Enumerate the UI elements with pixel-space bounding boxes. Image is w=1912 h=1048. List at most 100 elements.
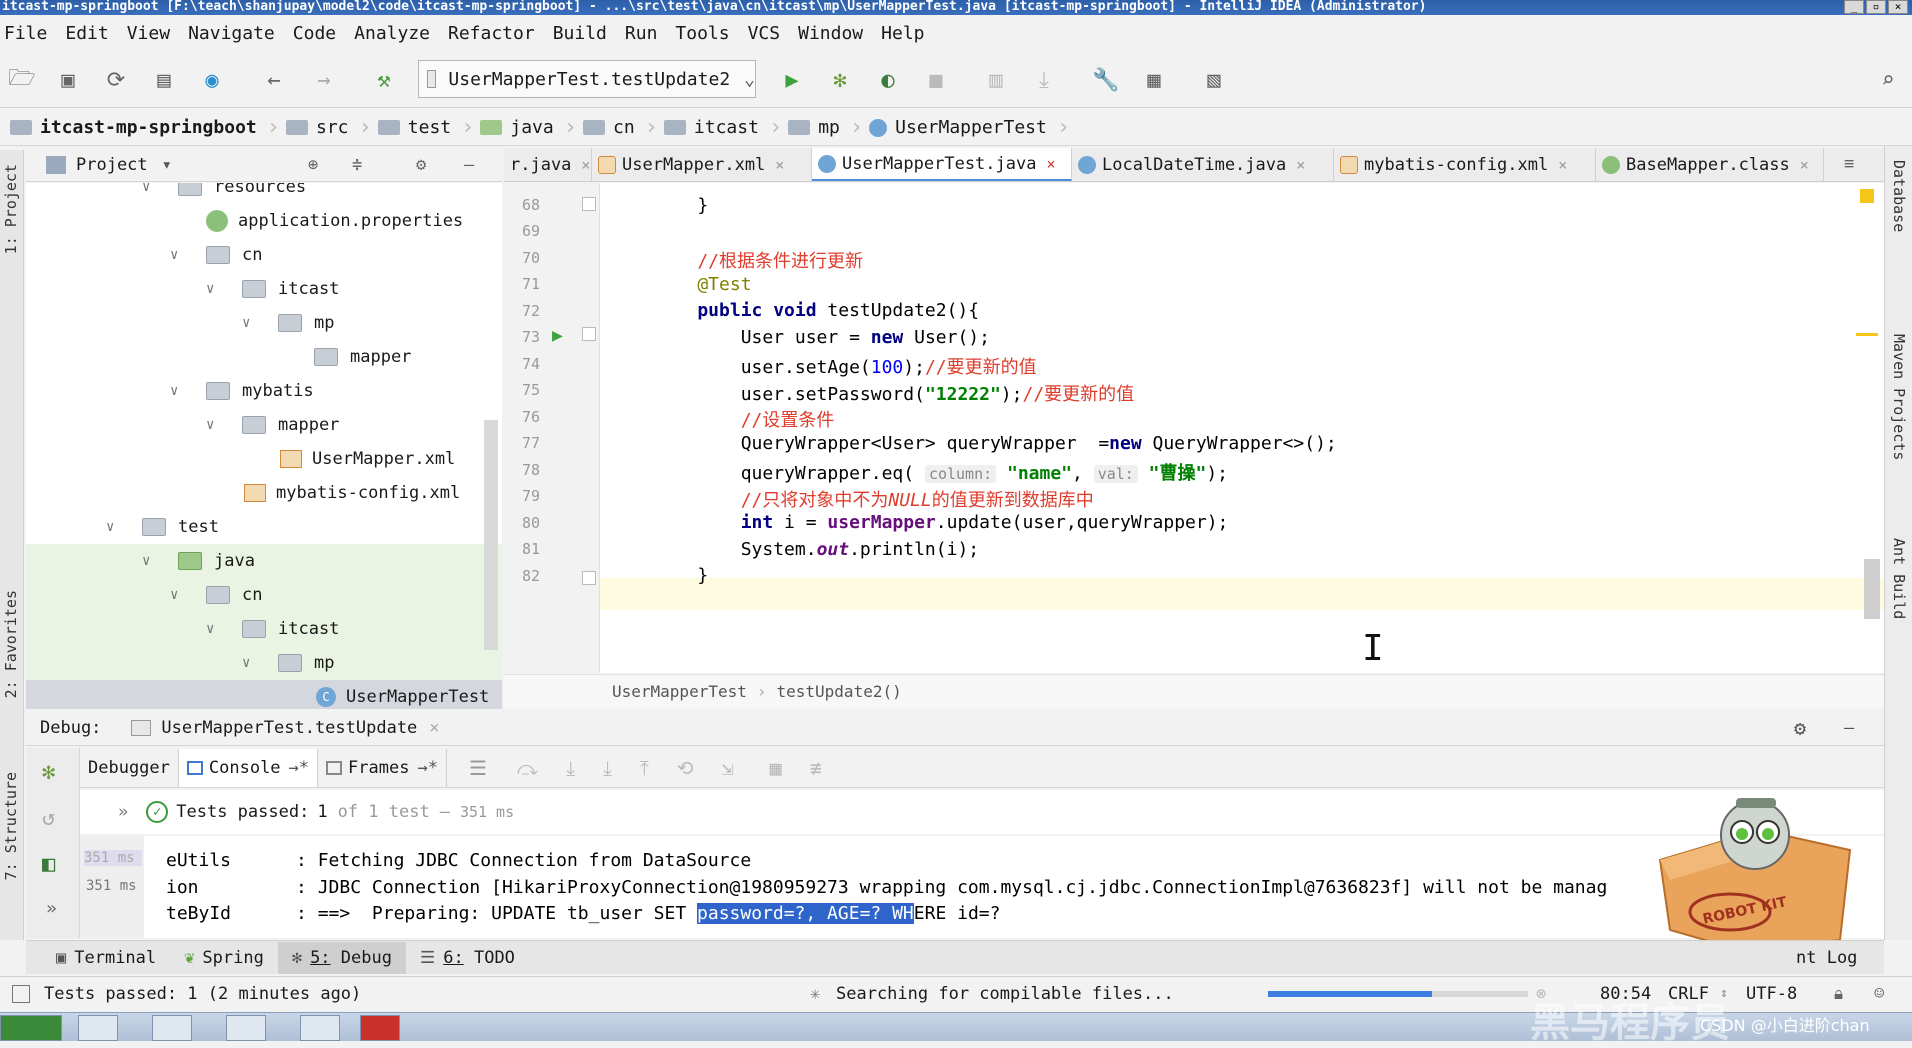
structure-tool-button[interactable]: 7: Structure [2, 772, 20, 880]
project-tool-button[interactable]: 1: Project [2, 164, 20, 254]
close-icon[interactable]: × [1296, 156, 1305, 174]
force-step-into-icon[interactable]: ⤓ [603, 756, 612, 780]
fold-icon[interactable] [582, 197, 596, 211]
settings-wrench-icon[interactable]: 🔧 [1092, 66, 1120, 94]
breadcrumb-project[interactable]: itcast-mp-springboot › [10, 115, 280, 140]
close-icon[interactable]: × [1046, 155, 1055, 173]
tree-item-selected[interactable]: C UserMapperTest [26, 680, 502, 709]
menu-vcs[interactable]: VCS [748, 23, 781, 44]
project-scrollbar[interactable] [484, 420, 498, 650]
more-icon[interactable]: » [46, 898, 57, 919]
inspector-icon[interactable]: ☺ [1874, 984, 1884, 1004]
tree-item[interactable]: ∨ resources [142, 183, 306, 204]
close-icon[interactable]: × [1800, 156, 1809, 174]
taskbar-notepad-icon[interactable] [152, 1015, 192, 1041]
crumb-method[interactable]: testUpdate2() [777, 682, 902, 701]
taskbar-idea-icon[interactable] [360, 1015, 400, 1041]
project-structure-folder-icon[interactable]: ▦ [1140, 66, 1168, 94]
menu-analyze[interactable]: Analyze [354, 23, 430, 44]
close-icon[interactable]: × [581, 156, 590, 174]
toggle-icon[interactable]: ◧ [42, 852, 55, 877]
build-hammer-icon[interactable]: ⚒ [370, 66, 398, 94]
rerun-debug-icon[interactable]: ✻ [42, 760, 55, 785]
console-output[interactable]: 351 ms 351 ms eUtils : Fetching JDBC Con… [80, 836, 1884, 938]
menu-run[interactable]: Run [625, 23, 658, 44]
favorites-tool-button[interactable]: 2: Favorites [2, 590, 20, 698]
search-icon[interactable]: ⌕ [1874, 66, 1902, 94]
close-icon[interactable]: × [429, 718, 439, 738]
project-view-select[interactable]: Project [76, 155, 148, 175]
sdk-icon[interactable]: ▧ [1200, 66, 1228, 94]
editor-scrollbar[interactable] [1864, 559, 1880, 619]
taskbar-app-icon[interactable] [226, 1015, 266, 1041]
evaluate-icon[interactable]: ▦ [770, 756, 782, 780]
tree-item[interactable]: ∨ mapper [206, 408, 339, 442]
tree-item[interactable]: ∨ test [106, 510, 219, 544]
coverage-icon[interactable]: ◉ [198, 66, 226, 94]
code-editor[interactable]: 68 69 70 71 72 73 74 75 76 77 78 79 80 8… [504, 183, 1884, 673]
breadcrumb-class[interactable]: UserMapperTest › [869, 115, 1070, 140]
tree-item[interactable]: mapper [314, 340, 411, 374]
vcs-commit-icon[interactable]: ⤓ [1030, 66, 1058, 94]
back-arrow-icon[interactable]: ← [260, 66, 288, 94]
hide-panel-icon[interactable]: — [464, 155, 474, 175]
tab-usermapper-xml[interactable]: UserMapper.xml × [592, 148, 812, 181]
close-icon[interactable]: × [1558, 156, 1567, 174]
tab-frames[interactable]: Frames →* [318, 748, 447, 787]
tab-localdatetime[interactable]: LocalDateTime.java × [1072, 148, 1334, 181]
menu-tools[interactable]: Tools [675, 23, 729, 44]
tree-item[interactable]: ∨ cn [170, 238, 262, 272]
step-into-icon[interactable]: ⤓ [566, 756, 575, 780]
vcs-update-icon[interactable]: ▥ [982, 66, 1010, 94]
project-structure-icon[interactable]: ▤ [150, 66, 178, 94]
tab-list-icon[interactable]: ≡ [1844, 154, 1854, 174]
breadcrumb-cn[interactable]: cn › [582, 115, 658, 140]
tab-console[interactable]: Console →* [178, 748, 319, 787]
tree-item[interactable]: mybatis-config.xml [244, 476, 460, 510]
menu-edit[interactable]: Edit [65, 23, 108, 44]
locate-icon[interactable]: ⊕ [308, 155, 318, 175]
run-icon[interactable]: ▶ [778, 66, 806, 94]
minimize-button[interactable]: _ [1844, 0, 1864, 14]
step-over-icon[interactable]: ⤼ [517, 756, 538, 780]
breadcrumb-src[interactable]: src › [286, 115, 372, 140]
menu-file[interactable]: File [4, 23, 47, 44]
run-config-select[interactable]: UserMapperTest.testUpdate2 ⌄ [418, 60, 756, 98]
tree-item[interactable]: ∨ mp [26, 646, 502, 680]
hide-panel-icon[interactable]: — [1844, 718, 1854, 738]
chevron-down-icon[interactable]: ▾ [162, 155, 172, 175]
tree-item[interactable]: ∨ mybatis [170, 374, 314, 408]
menu-navigate[interactable]: Navigate [188, 23, 275, 44]
tree-item[interactable]: UserMapper.xml [280, 442, 455, 476]
restore-button[interactable]: ▫ [1866, 0, 1886, 14]
maven-tool-button[interactable]: Maven Projects [1890, 334, 1908, 460]
tab-basemapper[interactable]: BaseMapper.class × [1596, 148, 1824, 181]
sync-icon[interactable]: ⟳ [102, 66, 130, 94]
database-tool-button[interactable]: Database [1890, 160, 1908, 232]
debug-bug-icon[interactable]: ✻ [826, 66, 854, 94]
tab-debug[interactable]: ✻ 5: Debug [277, 941, 406, 974]
step-out-icon[interactable]: ⤒ [640, 756, 649, 780]
taskbar-app-icon[interactable] [300, 1015, 340, 1041]
run-with-coverage-icon[interactable]: ◐ [874, 66, 902, 94]
event-log-tab[interactable]: nt Log [1796, 948, 1857, 968]
lock-icon[interactable]: 🔒︎ [1834, 984, 1843, 1004]
tree-item[interactable]: ∨ mp [242, 306, 334, 340]
file-encoding[interactable]: UTF-8 [1746, 984, 1797, 1004]
run-to-cursor-icon[interactable]: ⇲ [722, 756, 734, 780]
tab-spring[interactable]: ❦ Spring [170, 942, 278, 974]
breadcrumb-java[interactable]: java › [480, 115, 577, 140]
menu-help[interactable]: Help [881, 23, 924, 44]
start-button[interactable] [0, 1015, 62, 1041]
stop-icon[interactable]: ■ [922, 66, 950, 94]
expand-icon[interactable]: » [118, 802, 128, 822]
gear-icon[interactable]: ⚙ [1794, 716, 1806, 740]
breadcrumb-itcast[interactable]: itcast › [663, 115, 782, 140]
menu-code[interactable]: Code [293, 23, 336, 44]
open-folder-icon[interactable]: 🗁 [8, 66, 36, 94]
tab-mybatis-config[interactable]: mybatis-config.xml × [1334, 148, 1596, 181]
close-icon[interactable]: × [775, 156, 784, 174]
menu-window[interactable]: Window [798, 23, 863, 44]
forward-arrow-icon[interactable]: → [310, 66, 338, 94]
tree-item[interactable]: application.properties [206, 204, 463, 238]
